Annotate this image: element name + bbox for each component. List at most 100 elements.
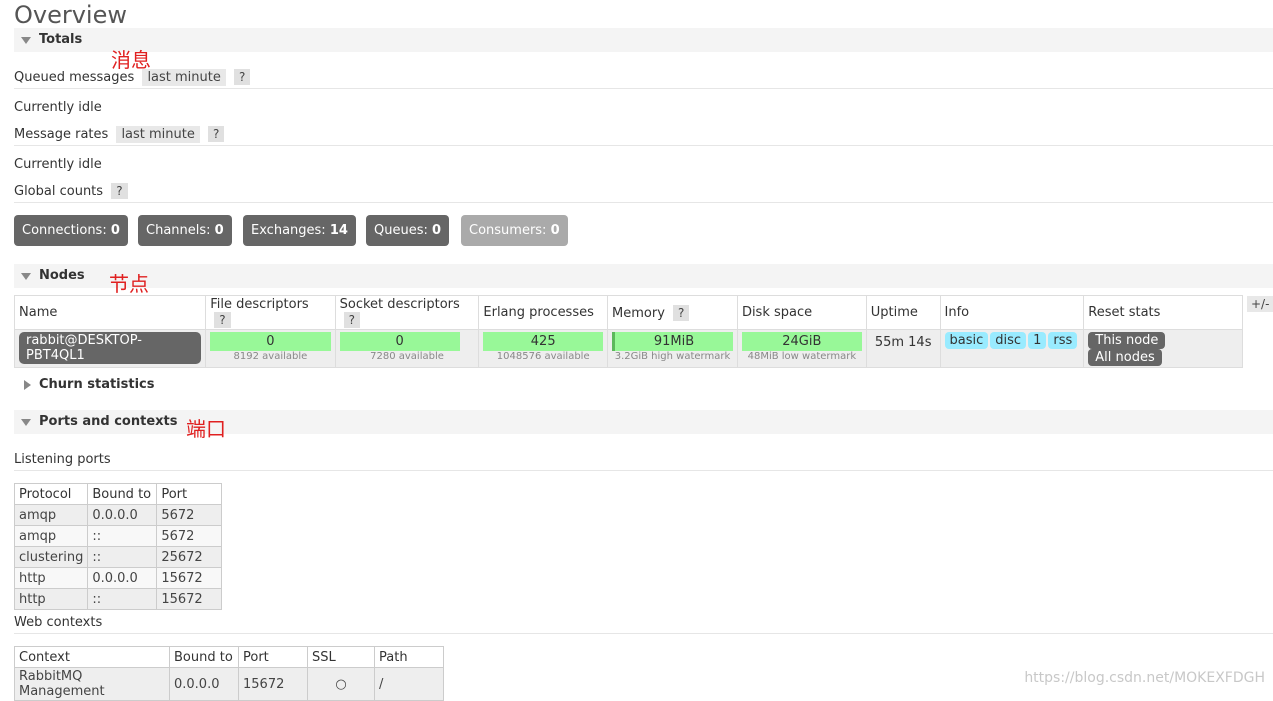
divider [14,88,1273,89]
table-row: http :: 15672 [13,588,223,610]
col-info: Info [939,295,1085,330]
channels-label: Channels: [146,223,211,238]
collapse-triangle-icon [21,37,31,44]
file-descriptors-available: 8192 available [233,351,308,362]
col-memory: Memory ? [607,295,738,330]
churn-title: Churn statistics [39,377,155,392]
reset-all-nodes-button[interactable]: All nodes [1088,349,1162,366]
global-counts-row: Global counts ? [14,183,128,199]
table-row: clustering :: 25672 [13,546,223,568]
info-count-badge: 1 [1028,332,1047,349]
col-file-descriptors: File descriptors ? [205,295,336,330]
col-uptime: Uptime [865,295,941,330]
queues-value: 0 [432,223,442,238]
divider [14,633,1273,634]
cell: 25672 [156,546,223,568]
expand-triangle-icon [24,380,31,390]
totals-title: Totals [39,32,83,47]
memory-bar: 91MiB [612,332,733,351]
queues-label: Queues: [374,223,428,238]
col-ssl: SSL [307,646,375,668]
help-button[interactable]: ? [214,312,231,328]
collapse-triangle-icon [21,273,31,280]
queues-count-button[interactable]: Queues: 0 [366,215,450,246]
consumers-value: 0 [550,223,560,238]
reset-this-node-button[interactable]: This node [1088,332,1166,349]
socket-descriptors-bar: 0 [339,332,460,351]
connections-count-button[interactable]: Connections: 0 [14,215,128,246]
memory-watermark: 3.2GiB high watermark [614,351,731,362]
col-disk-space: Disk space [736,295,867,330]
cell: 0.0.0.0 [169,667,239,701]
channels-count-button[interactable]: Channels: 0 [138,215,232,246]
web-header-row: Context Bound to Port SSL Path [14,646,444,668]
connections-label: Connections: [22,223,107,238]
queued-help-button[interactable]: ? [234,69,251,85]
cell: 15672 [238,667,308,701]
consumers-label: Consumers: [469,223,547,238]
message-rates-row: Message rates last minute ? [14,126,225,143]
col-context: Context [14,646,170,668]
info-disc-badge: disc [990,332,1027,349]
info-rss-badge: rss [1048,332,1078,349]
churn-section-header[interactable]: Churn statistics [14,373,1273,397]
uptime-value: 55m 14s [865,329,941,368]
nodes-annotation: 节点 [109,272,149,296]
table-row: amqp 0.0.0.0 5672 [13,504,223,526]
erlang-processes-bar: 425 [483,332,604,351]
nodes-header-row: Name File descriptors ? Socket descripto… [13,295,1243,330]
consumers-count-button[interactable]: Consumers: 0 [461,215,568,246]
totals-section-header[interactable]: Totals [14,28,1273,52]
table-row: amqp :: 5672 [13,525,223,547]
col-port: Port [238,646,308,668]
listening-ports-label: Listening ports [14,452,111,467]
web-contexts-label: Web contexts [14,615,103,630]
queued-range-select[interactable]: last minute [142,69,226,86]
col-socket-descriptors: Socket descriptors ? [334,295,480,330]
exchanges-label: Exchanges: [251,223,326,238]
cell: 15672 [156,588,223,610]
exchanges-count-button[interactable]: Exchanges: 14 [243,215,356,246]
column-toggle-button[interactable]: +/- [1247,296,1273,312]
col-bound-to: Bound to [87,483,158,505]
divider [14,202,1273,203]
cell: RabbitMQ Management [14,667,170,701]
rates-range-select[interactable]: last minute [116,126,200,143]
web-contexts-table: Context Bound to Port SSL Path RabbitMQ … [14,646,444,701]
cell: 5672 [156,525,223,547]
node-name-link[interactable]: rabbit@DESKTOP-PBT4QL1 [19,332,202,364]
help-button[interactable]: ? [343,312,360,328]
ports-annotation: 端口 [186,417,226,441]
disk-watermark: 48MiB low watermark [747,351,857,362]
col-bound-to: Bound to [169,646,239,668]
watermark: https://blog.csdn.net/MOKEXFDGH [1024,670,1265,686]
col-erlang-processes: Erlang processes [478,295,609,330]
col-name: Name [13,295,207,330]
global-counts-label: Global counts [14,184,104,199]
col-port: Port [156,483,223,505]
ssl-off-icon: ○ [307,667,375,701]
collapse-triangle-icon [21,419,31,426]
queued-messages-label: Queued messages [14,70,135,85]
nodes-title: Nodes [39,268,85,283]
rates-help-button[interactable]: ? [208,126,225,142]
node-row: rabbit@DESKTOP-PBT4QL1 0 8192 available … [13,329,1243,368]
channels-value: 0 [214,223,224,238]
col-protocol: Protocol [13,483,89,505]
nodes-section-header[interactable]: Nodes [14,264,1273,288]
page-title: Overview [14,1,127,29]
col-reset-stats: Reset stats [1083,295,1243,330]
cell: http [13,588,89,610]
socket-descriptors-available: 7280 available [370,351,444,362]
cell: amqp [13,525,89,547]
divider [14,145,1273,146]
disk-space-bar: 24GiB [741,332,862,351]
cell: 5672 [156,504,223,526]
help-button[interactable]: ? [673,304,690,321]
cell: :: [87,546,158,568]
global-help-button[interactable]: ? [111,183,128,199]
queued-messages-row: Queued messages last minute ? [14,69,251,86]
cell: 15672 [156,567,223,589]
ports-header-row: Protocol Bound to Port [13,483,223,505]
cell: 0.0.0.0 [87,567,158,589]
